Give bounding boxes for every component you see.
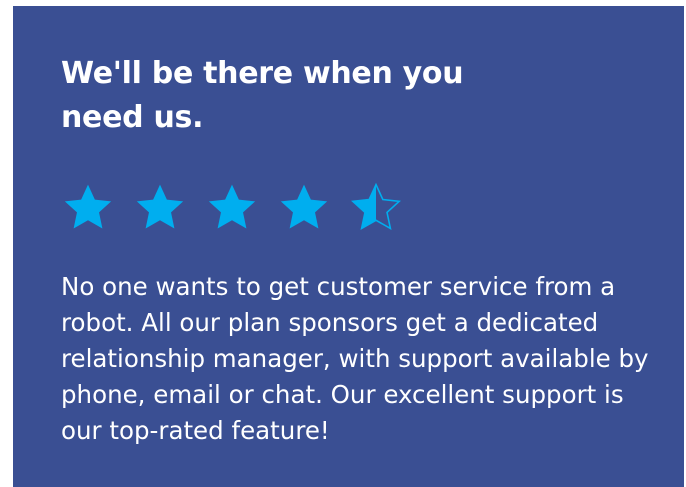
star-half-icon xyxy=(351,182,401,231)
star-full-icon xyxy=(280,184,328,229)
star-rating xyxy=(61,180,654,236)
card-headline: We'll be there when you need us. xyxy=(61,56,464,135)
star-full-icon xyxy=(208,184,256,229)
card-body-text: No one wants to get customer service fro… xyxy=(61,272,649,445)
star-full-icon xyxy=(136,184,184,229)
star-full-icon xyxy=(64,184,112,229)
feature-card: We'll be there when you need us. No one … xyxy=(13,6,684,487)
